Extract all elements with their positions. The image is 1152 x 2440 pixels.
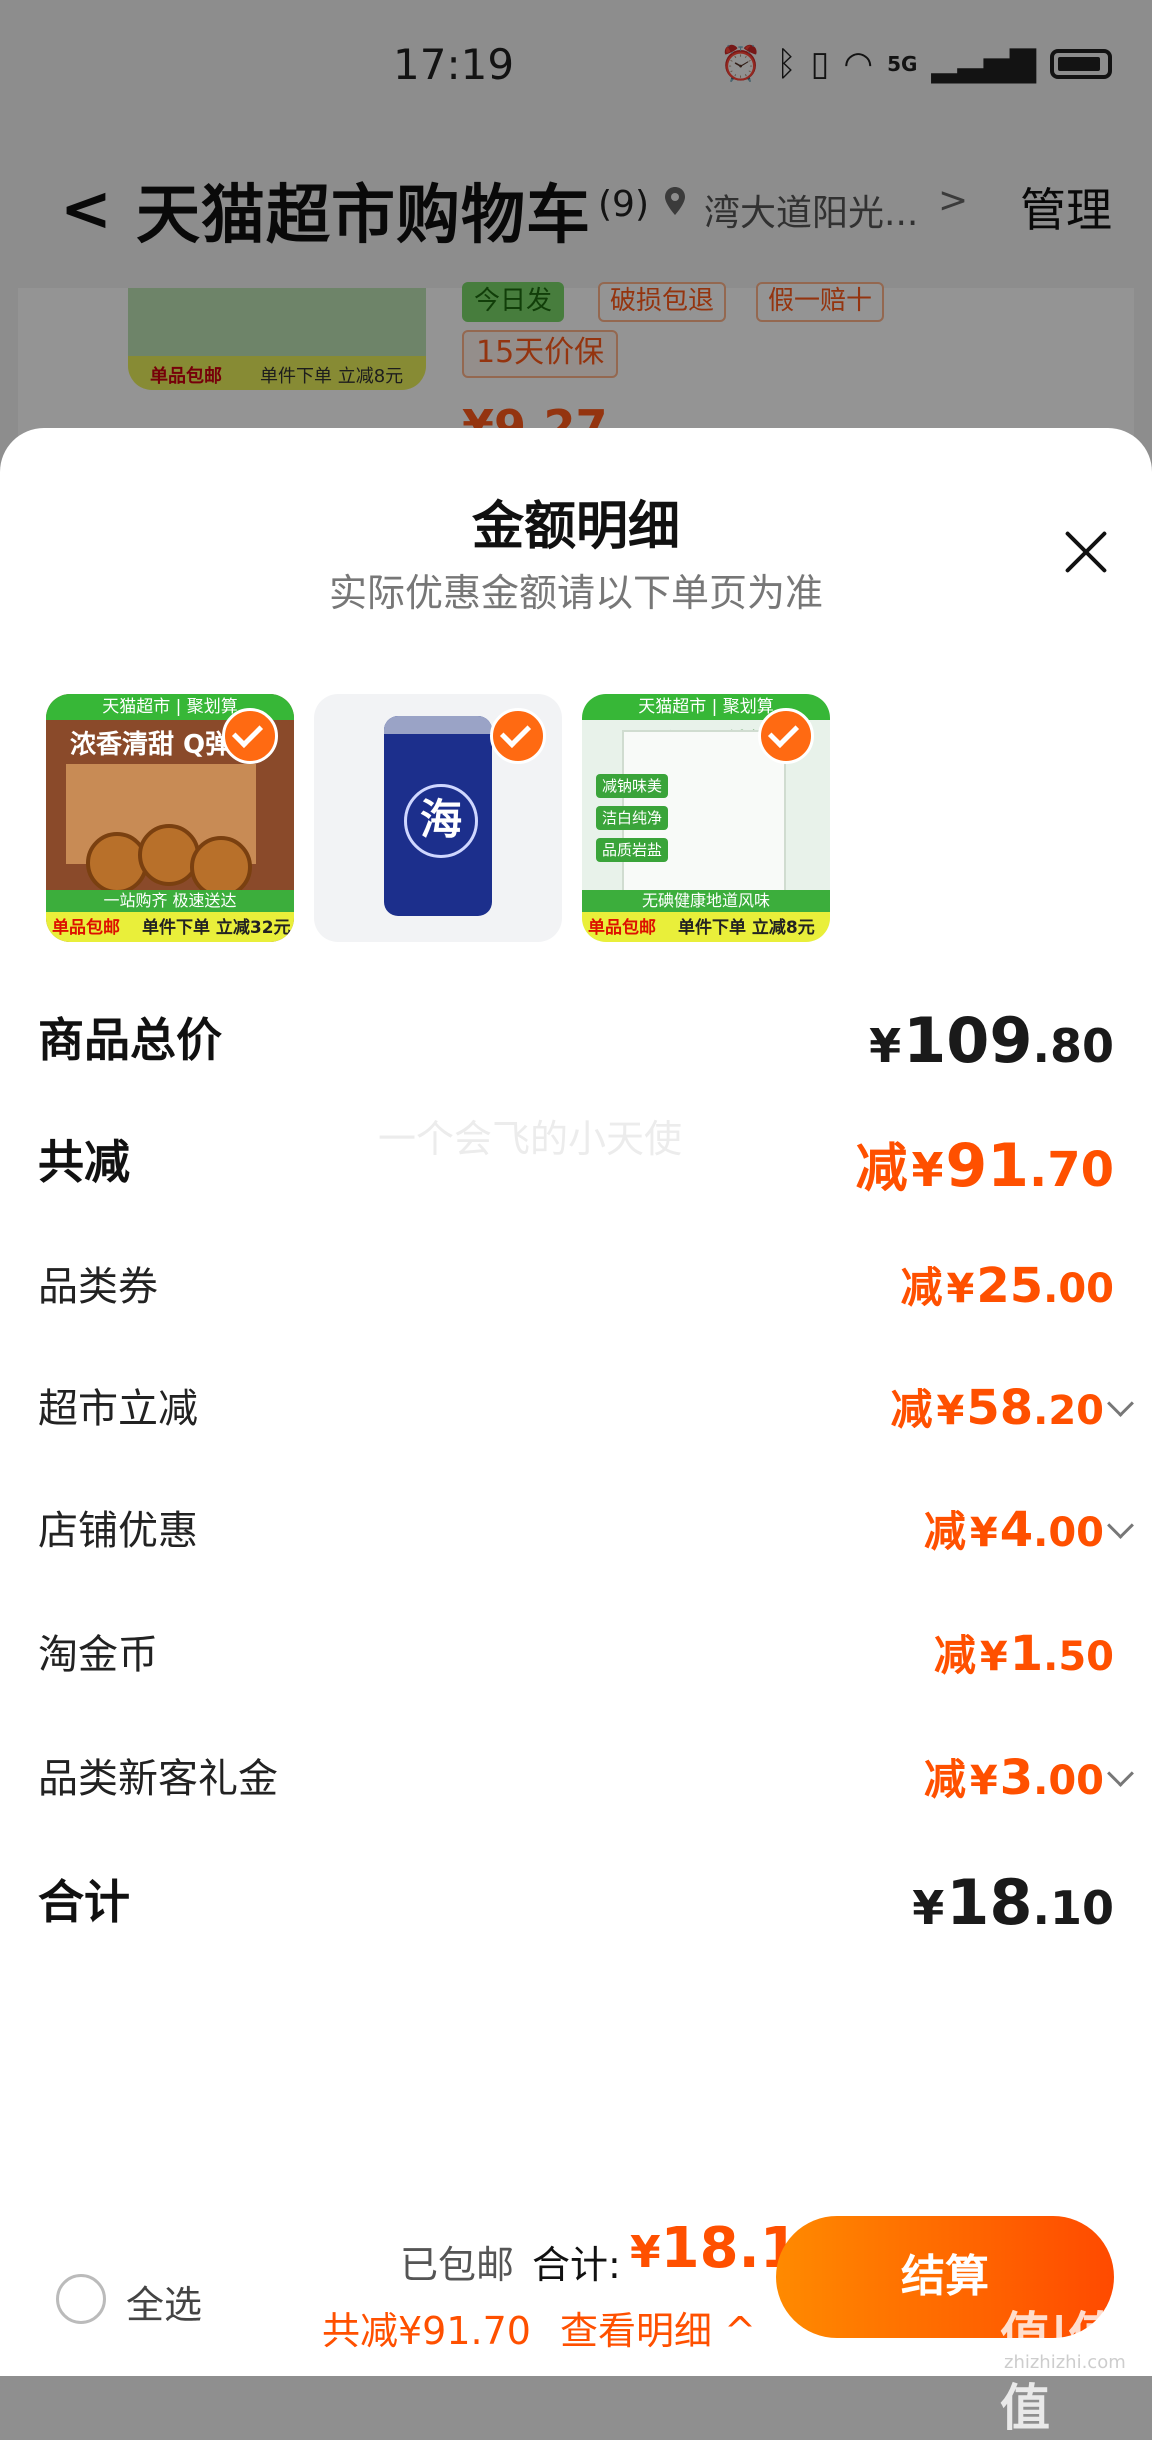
currency-symbol: ¥ — [911, 1143, 944, 1197]
salt-tag: 品质岩盐 — [596, 838, 668, 862]
row-label: 店铺优惠 — [38, 1508, 198, 1554]
site-watermark-url: zhizhizhi.com — [1004, 2352, 1126, 2373]
row-value: ¥109.80 — [869, 1004, 1114, 1077]
select-all-radio[interactable] — [56, 2274, 106, 2324]
value-integer: 25 — [976, 1258, 1044, 1314]
discount-prefix: 减 — [890, 1385, 933, 1434]
check-icon[interactable] — [758, 708, 814, 764]
currency-symbol: ¥ — [969, 1510, 998, 1556]
row-label: 超市立减 — [38, 1386, 198, 1432]
row-value: 减 ¥1.50 — [934, 1622, 1114, 1683]
value-integer: 1 — [1009, 1626, 1044, 1682]
checkout-bar: 全选 已包邮 合计: ¥18.1 共减¥91.70 查看明细 ^ 结算 — [0, 2196, 1152, 2376]
close-icon[interactable] — [1062, 528, 1110, 576]
row-value: 减 ¥91.70 — [855, 1126, 1114, 1201]
currency-symbol: ¥ — [630, 2227, 661, 2278]
value-decimal: .10 — [1032, 1881, 1115, 1935]
row-label: 品类新客礼金 — [38, 1756, 278, 1802]
discount-prefix: 减 — [933, 1631, 976, 1680]
currency-symbol: ¥ — [869, 1019, 902, 1073]
select-all-label[interactable]: 全选 — [126, 2274, 202, 2329]
value-decimal: .00 — [1033, 1758, 1104, 1804]
check-icon[interactable] — [222, 708, 278, 764]
row-value: 减 ¥25.00 — [900, 1254, 1114, 1315]
value-integer: 4 — [999, 1502, 1034, 1558]
row-grand-total: 合计 ¥18.10 — [38, 1866, 1114, 1939]
row-market-discount[interactable]: 超市立减 减 ¥58.20 — [38, 1376, 1134, 1446]
row-value: 减 ¥3.00 — [923, 1746, 1134, 1807]
currency-symbol: ¥ — [969, 1758, 998, 1804]
row-value: 减 ¥4.00 — [923, 1498, 1134, 1559]
row-label: 品类券 — [38, 1264, 158, 1310]
currency-symbol: ¥ — [979, 1634, 1008, 1680]
total-label: 合计: — [532, 2243, 621, 2287]
row-label: 淘金币 — [38, 1632, 158, 1678]
value-integer: 3 — [999, 1750, 1034, 1806]
product-thumbnails: 天猫超市 | 聚划算 浓香清甜 Q弹可 一站购齐 极速送达 单品包邮 单件下单 … — [46, 694, 830, 942]
salt-can-lid — [384, 716, 492, 734]
cookie-graphic — [86, 824, 256, 898]
total-amount: ¥18.1 — [630, 2216, 799, 2281]
row-taojin-coins: 淘金币 减 ¥1.50 — [38, 1622, 1114, 1692]
product-thumb-salt-can[interactable]: 海 — [314, 694, 562, 942]
row-total-discount: 共减 减 ¥91.70 — [38, 1126, 1114, 1201]
check-icon[interactable] — [490, 708, 546, 764]
dim-overlay[interactable] — [0, 0, 1152, 440]
free-shipping-label: 已包邮 — [400, 2243, 515, 2287]
salt-tag: 洁白纯净 — [596, 806, 668, 830]
value-integer: 58 — [966, 1380, 1034, 1436]
row-label: 商品总价 — [38, 1013, 222, 1067]
product-thumb-cookies[interactable]: 天猫超市 | 聚划算 浓香清甜 Q弹可 一站购齐 极速送达 单品包邮 单件下单 … — [46, 694, 294, 942]
row-label: 共减 — [38, 1135, 130, 1189]
discount-prefix: 减 — [855, 1139, 908, 1199]
row-store-discount[interactable]: 店铺优惠 减 ¥4.00 — [38, 1498, 1134, 1568]
total-discount-summary: 共减¥91.70 — [322, 2309, 531, 2353]
currency-symbol: ¥ — [936, 1388, 965, 1434]
value-decimal: .80 — [1032, 1019, 1115, 1073]
value-decimal: .20 — [1033, 1388, 1104, 1434]
value-integer: 18 — [946, 1866, 1033, 1939]
row-total-price: 商品总价 ¥109.80 — [38, 1004, 1114, 1077]
thumb-mid-text: 一站购齐 极速送达 — [46, 890, 294, 912]
discount-prefix: 减 — [923, 1755, 966, 1804]
sheet-subtitle: 实际优惠金额请以下单页为准 — [328, 571, 823, 615]
value-decimal: .70 — [1028, 1142, 1114, 1198]
thumb-badge: 单品包邮 — [588, 918, 656, 938]
row-value: ¥18.10 — [912, 1866, 1114, 1939]
thumb-mid-text: 无碘健康地道风味 — [582, 890, 830, 912]
currency-symbol: ¥ — [912, 1881, 945, 1935]
row-value: 减 ¥58.20 — [890, 1376, 1134, 1437]
salt-can-logo: 海 — [404, 784, 478, 858]
row-new-customer-gift[interactable]: 品类新客礼金 减 ¥3.00 — [38, 1746, 1134, 1816]
sheet-title: 金额明细 — [471, 497, 680, 557]
thumb-bottom-text: 单件下单 立减8元 — [678, 918, 815, 938]
value-decimal: .00 — [1033, 1510, 1104, 1556]
thumb-badge: 单品包邮 — [52, 918, 120, 938]
currency-symbol: ¥ — [946, 1266, 975, 1312]
product-thumb-salt-bags[interactable]: 天猫超市 | 聚划算 不添加亚铁氰化 减钠味美 洁白纯净 品质岩盐 无碘健康地道… — [582, 694, 830, 942]
value-integer: 109 — [903, 1004, 1033, 1077]
salt-tag: 减钠味美 — [596, 774, 668, 798]
view-details-link[interactable]: 查看明细 ^ — [560, 2300, 756, 2355]
discount-prefix: 减 — [923, 1507, 966, 1556]
thumb-bottom-text: 单件下单 立减32元 — [142, 918, 291, 938]
row-label: 合计 — [38, 1875, 130, 1929]
value-integer: 91 — [945, 1131, 1029, 1201]
value-decimal: .50 — [1043, 1634, 1114, 1680]
discount-prefix: 减 — [900, 1263, 943, 1312]
row-category-coupon: 品类券 减 ¥25.00 — [38, 1254, 1114, 1324]
value-decimal: .00 — [1043, 1266, 1114, 1312]
